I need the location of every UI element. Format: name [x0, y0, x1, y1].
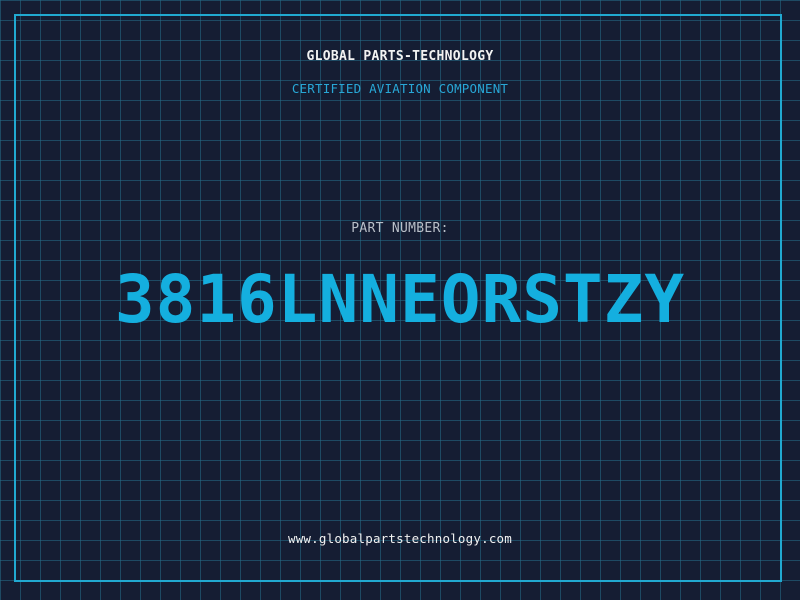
part-number-label: PART NUMBER:: [351, 221, 449, 236]
part-number-value: 3816LNNEORSTZY: [114, 261, 686, 338]
website-url: www.globalpartstechnology.com: [287, 531, 513, 546]
component-subtitle: CERTIFIED AVIATION COMPONENT: [291, 81, 509, 96]
company-name: GLOBAL PARTS-TECHNOLOGY: [306, 49, 494, 64]
